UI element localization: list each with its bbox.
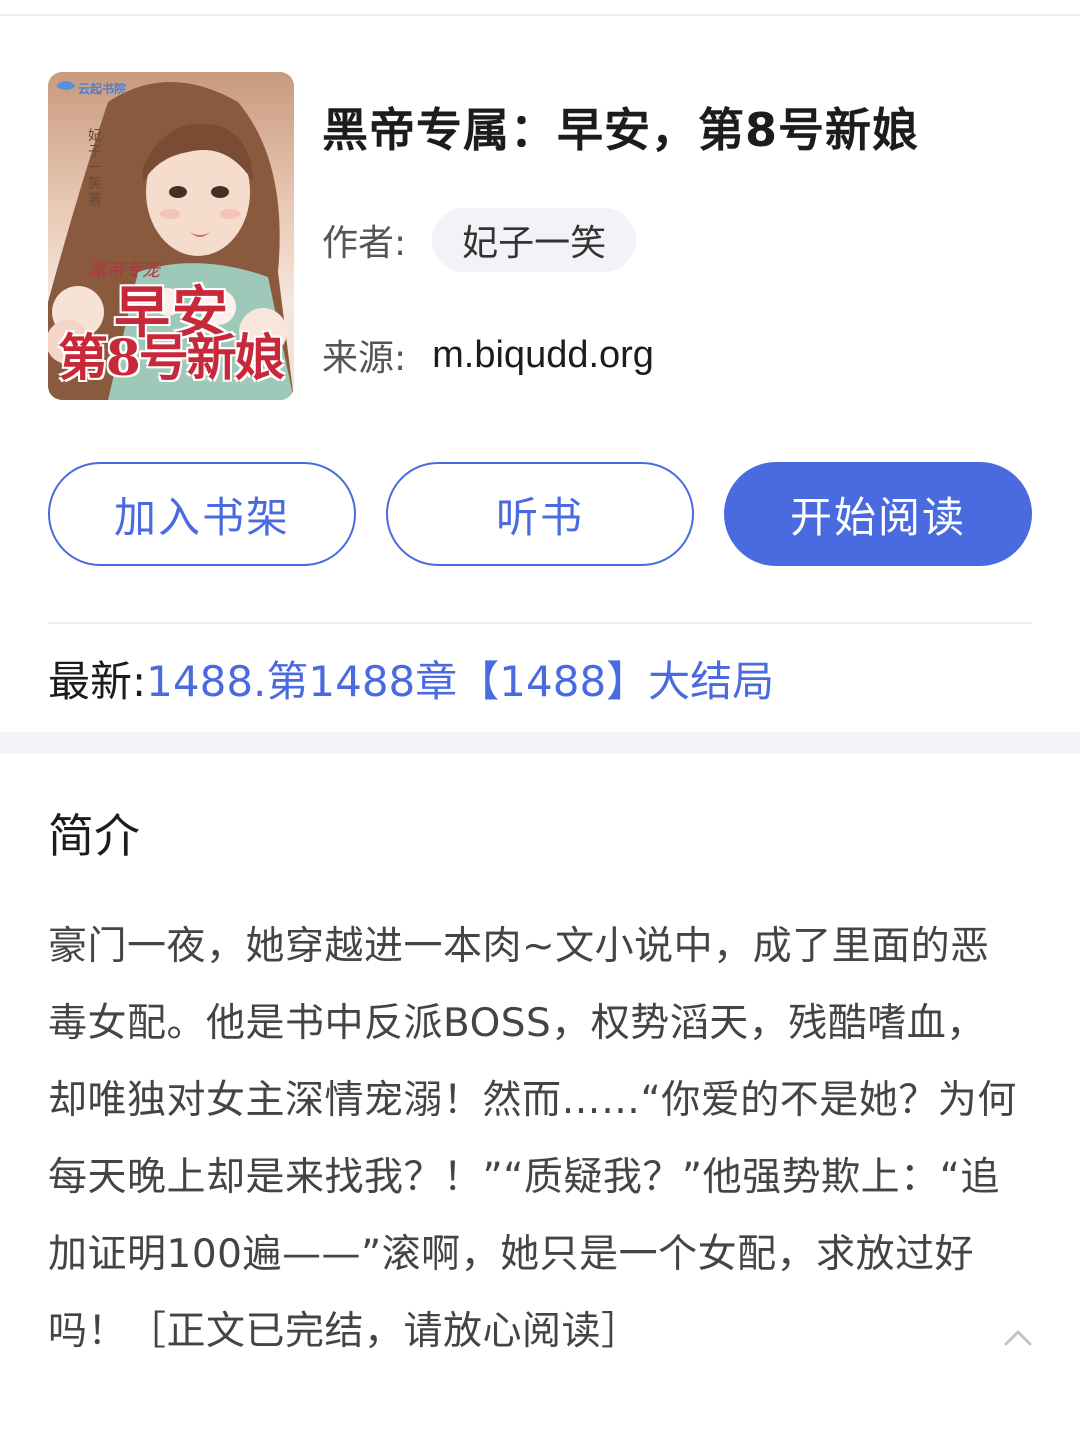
source-row: 来源: m.biqudd.org	[322, 330, 654, 380]
intro-heading: 简介	[48, 809, 140, 863]
source-label: 来源:	[322, 338, 407, 379]
latest-chapter-link[interactable]: 1488.第1488章【1488】大结局	[146, 648, 774, 709]
add-to-shelf-button[interactable]: 加入书架	[48, 462, 356, 566]
book-header: 云起书院 妃子一笑著 黑帝专宠 早安 第8号新娘 黑帝专属：早安，第8号新娘 作…	[48, 72, 1038, 402]
cover-publisher: 云起书院	[78, 82, 127, 96]
latest-label: 最新:	[48, 656, 147, 706]
author-row: 作者: 妃子一笑	[322, 208, 637, 272]
author-chip[interactable]: 妃子一笑	[432, 208, 637, 272]
top-divider	[0, 14, 1080, 16]
source-value: m.biqudd.org	[432, 333, 654, 376]
book-title: 黑帝专属：早安，第8号新娘	[322, 103, 920, 157]
section-separator	[0, 732, 1080, 754]
intro-text: 豪门一夜，她穿越进一本肉~文小说中，成了里面的恶毒女配。他是书中反派BOSS，权…	[48, 924, 1017, 1354]
chevron-up-icon[interactable]	[998, 1318, 1038, 1358]
latest-chapter-row: 最新: 1488.第1488章【1488】大结局	[48, 648, 774, 708]
book-cover[interactable]: 云起书院 妃子一笑著 黑帝专宠 早安 第8号新娘	[48, 72, 294, 400]
action-buttons: 加入书架 听书 开始阅读	[48, 462, 1032, 566]
author-label: 作者:	[322, 223, 407, 264]
cover-author: 妃子一笑著	[88, 128, 102, 208]
listen-button[interactable]: 听书	[386, 462, 694, 566]
cover-title-line2: 第8号新娘	[58, 328, 285, 387]
divider	[48, 622, 1032, 624]
start-reading-button[interactable]: 开始阅读	[724, 462, 1032, 566]
